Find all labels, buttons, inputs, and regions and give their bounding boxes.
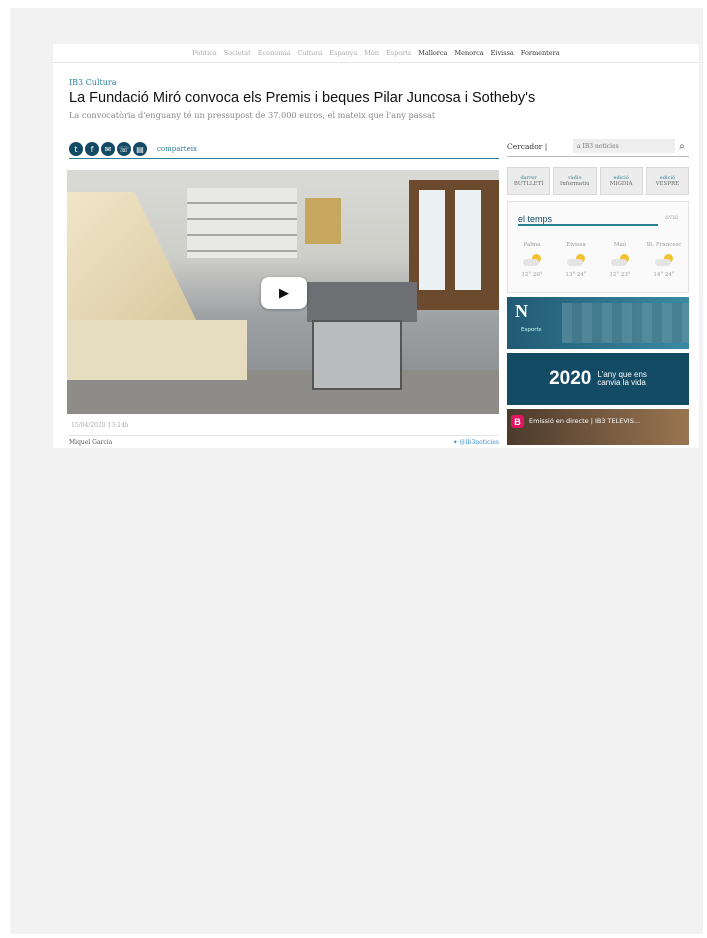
audio-vespre-button[interactable]: edició VESPRE bbox=[645, 167, 689, 195]
search-label: Cercador | bbox=[507, 141, 548, 151]
share-bar: t f ✉ ☏ ▤ comparteix bbox=[69, 140, 499, 159]
esports-banner[interactable]: N Esports bbox=[507, 297, 689, 349]
video-frame-door-glass bbox=[455, 190, 481, 290]
partly-cloudy-icon bbox=[567, 254, 585, 266]
nav-item-menorca[interactable]: Menorca bbox=[454, 49, 483, 57]
live-tv-text: Emissió en directe | IB3 TELEVIS... bbox=[529, 417, 641, 425]
author-row: Miquel Garcia ✦ @ib3noticies bbox=[69, 435, 499, 446]
city-temps: 12° 20° bbox=[521, 272, 543, 278]
section-label[interactable]: IB3 Cultura bbox=[69, 78, 116, 87]
play-icon: ▶ bbox=[279, 285, 289, 301]
search-bar: Cercador | ⌕ bbox=[507, 136, 689, 157]
weather-city: Palma 12° 20° bbox=[512, 242, 552, 278]
weather-city: Maó 12° 23° bbox=[600, 242, 640, 278]
twitter-handle: @ib3noticies bbox=[459, 439, 499, 446]
nav-item-mallorca[interactable]: Mallorca bbox=[418, 49, 447, 57]
campaign-tagline: L'any que ens canvia la vida bbox=[597, 371, 647, 387]
sidebar: Cercador | ⌕ darrer BUTLLETÍ ràdio Infor… bbox=[507, 136, 689, 445]
twitter-icon[interactable]: t bbox=[69, 142, 83, 156]
audio-button-label: BUTLLETÍ bbox=[513, 181, 544, 187]
weather-widget[interactable]: el temps avui Palma 12° 20° Eivissa 13° … bbox=[507, 201, 689, 293]
video-frame-cart bbox=[312, 320, 402, 390]
play-button[interactable]: ▶ bbox=[261, 277, 307, 309]
print-icon[interactable]: ▤ bbox=[133, 142, 147, 156]
city-name: Maó bbox=[613, 242, 627, 248]
article-title: La Fundació Miró convoca els Premis i be… bbox=[69, 90, 536, 106]
email-icon[interactable]: ✉ bbox=[101, 142, 115, 156]
video-player[interactable]: ▶ bbox=[67, 170, 499, 414]
partly-cloudy-icon bbox=[655, 254, 673, 266]
partly-cloudy-icon bbox=[523, 254, 541, 266]
nav-item-eivissa[interactable]: Eivissa bbox=[491, 49, 514, 57]
article-page: Política Societat Economia Cultura Espan… bbox=[53, 44, 699, 448]
city-name: Eivissa bbox=[566, 242, 586, 248]
facebook-icon[interactable]: f bbox=[85, 142, 99, 156]
article-subtitle: La convocatòria d'enguany té un pressupo… bbox=[69, 110, 436, 120]
audio-button-label: VESPRE bbox=[655, 181, 680, 187]
nav-item-societat[interactable]: Societat bbox=[224, 49, 251, 57]
campaign-2020-banner[interactable]: 2020 L'any que ens canvia la vida bbox=[507, 353, 689, 405]
weather-city: Eivissa 13° 24° bbox=[556, 242, 596, 278]
search-icon[interactable]: ⌕ bbox=[675, 141, 689, 152]
city-temps: 13° 24° bbox=[565, 272, 587, 278]
city-temps: 14° 24° bbox=[653, 272, 675, 278]
video-frame-door-glass bbox=[419, 190, 445, 290]
partly-cloudy-icon bbox=[611, 254, 629, 266]
weather-city: St. Francesc 14° 24° bbox=[644, 242, 684, 278]
video-frame-counter bbox=[67, 320, 247, 380]
audio-informatiu-button[interactable]: ràdio Informatiu bbox=[553, 167, 597, 195]
audio-links: darrer BUTLLETÍ ràdio Informatiu edició … bbox=[507, 167, 689, 195]
city-temps: 12° 23° bbox=[609, 272, 631, 278]
nav-item-politica[interactable]: Política bbox=[192, 49, 216, 57]
whatsapp-icon[interactable]: ☏ bbox=[117, 142, 131, 156]
audio-button-label: Informatiu bbox=[560, 181, 590, 187]
video-frame-board bbox=[305, 198, 341, 244]
audio-button-label: MIGDIA bbox=[609, 181, 633, 187]
twitter-bird-icon: ✦ bbox=[452, 439, 460, 446]
author-name: Miquel Garcia bbox=[69, 439, 113, 446]
campaign-year: 2020 bbox=[549, 368, 592, 389]
nav-item-economia[interactable]: Economia bbox=[258, 49, 291, 57]
video-frame-shelves bbox=[187, 188, 297, 258]
search-input[interactable] bbox=[573, 139, 675, 153]
city-name: St. Francesc bbox=[646, 242, 682, 248]
live-tv-banner[interactable]: B Emissió en directe | IB3 TELEVIS... bbox=[507, 409, 689, 445]
esports-label: Esports bbox=[521, 327, 542, 333]
video-frame-hood bbox=[67, 192, 197, 322]
publish-date: 15/04/2020 13:14h bbox=[71, 422, 129, 429]
nav-item-esports[interactable]: Esports bbox=[386, 49, 411, 57]
main-nav: Política Societat Economia Cultura Espan… bbox=[53, 44, 699, 63]
nav-item-mon[interactable]: Món bbox=[364, 49, 379, 57]
nav-item-formentera[interactable]: Formentera bbox=[521, 49, 560, 57]
audio-migdia-button[interactable]: edició MIGDIA bbox=[599, 167, 643, 195]
city-name: Palma bbox=[523, 242, 541, 248]
weather-title: el temps bbox=[518, 214, 658, 226]
weather-today-link[interactable]: avui bbox=[665, 214, 678, 221]
page-background: Política Societat Economia Cultura Espan… bbox=[10, 8, 703, 934]
basketball-court-image bbox=[562, 303, 689, 343]
share-label[interactable]: comparteix bbox=[157, 145, 197, 153]
ib3-logo: B bbox=[511, 415, 524, 428]
audio-butlleti-button[interactable]: darrer BUTLLETÍ bbox=[507, 167, 551, 195]
weather-cities: Palma 12° 20° Eivissa 13° 24° Maó 12° 23… bbox=[512, 242, 684, 278]
campaign-tagline-line2: canvia la vida bbox=[597, 378, 646, 387]
video-frame-table bbox=[307, 282, 417, 322]
esports-logo: N bbox=[515, 301, 528, 321]
nav-item-cultura[interactable]: Cultura bbox=[297, 49, 322, 57]
twitter-handle-link[interactable]: ✦ @ib3noticies bbox=[453, 439, 499, 446]
nav-item-espanya[interactable]: Espanya bbox=[329, 49, 357, 57]
